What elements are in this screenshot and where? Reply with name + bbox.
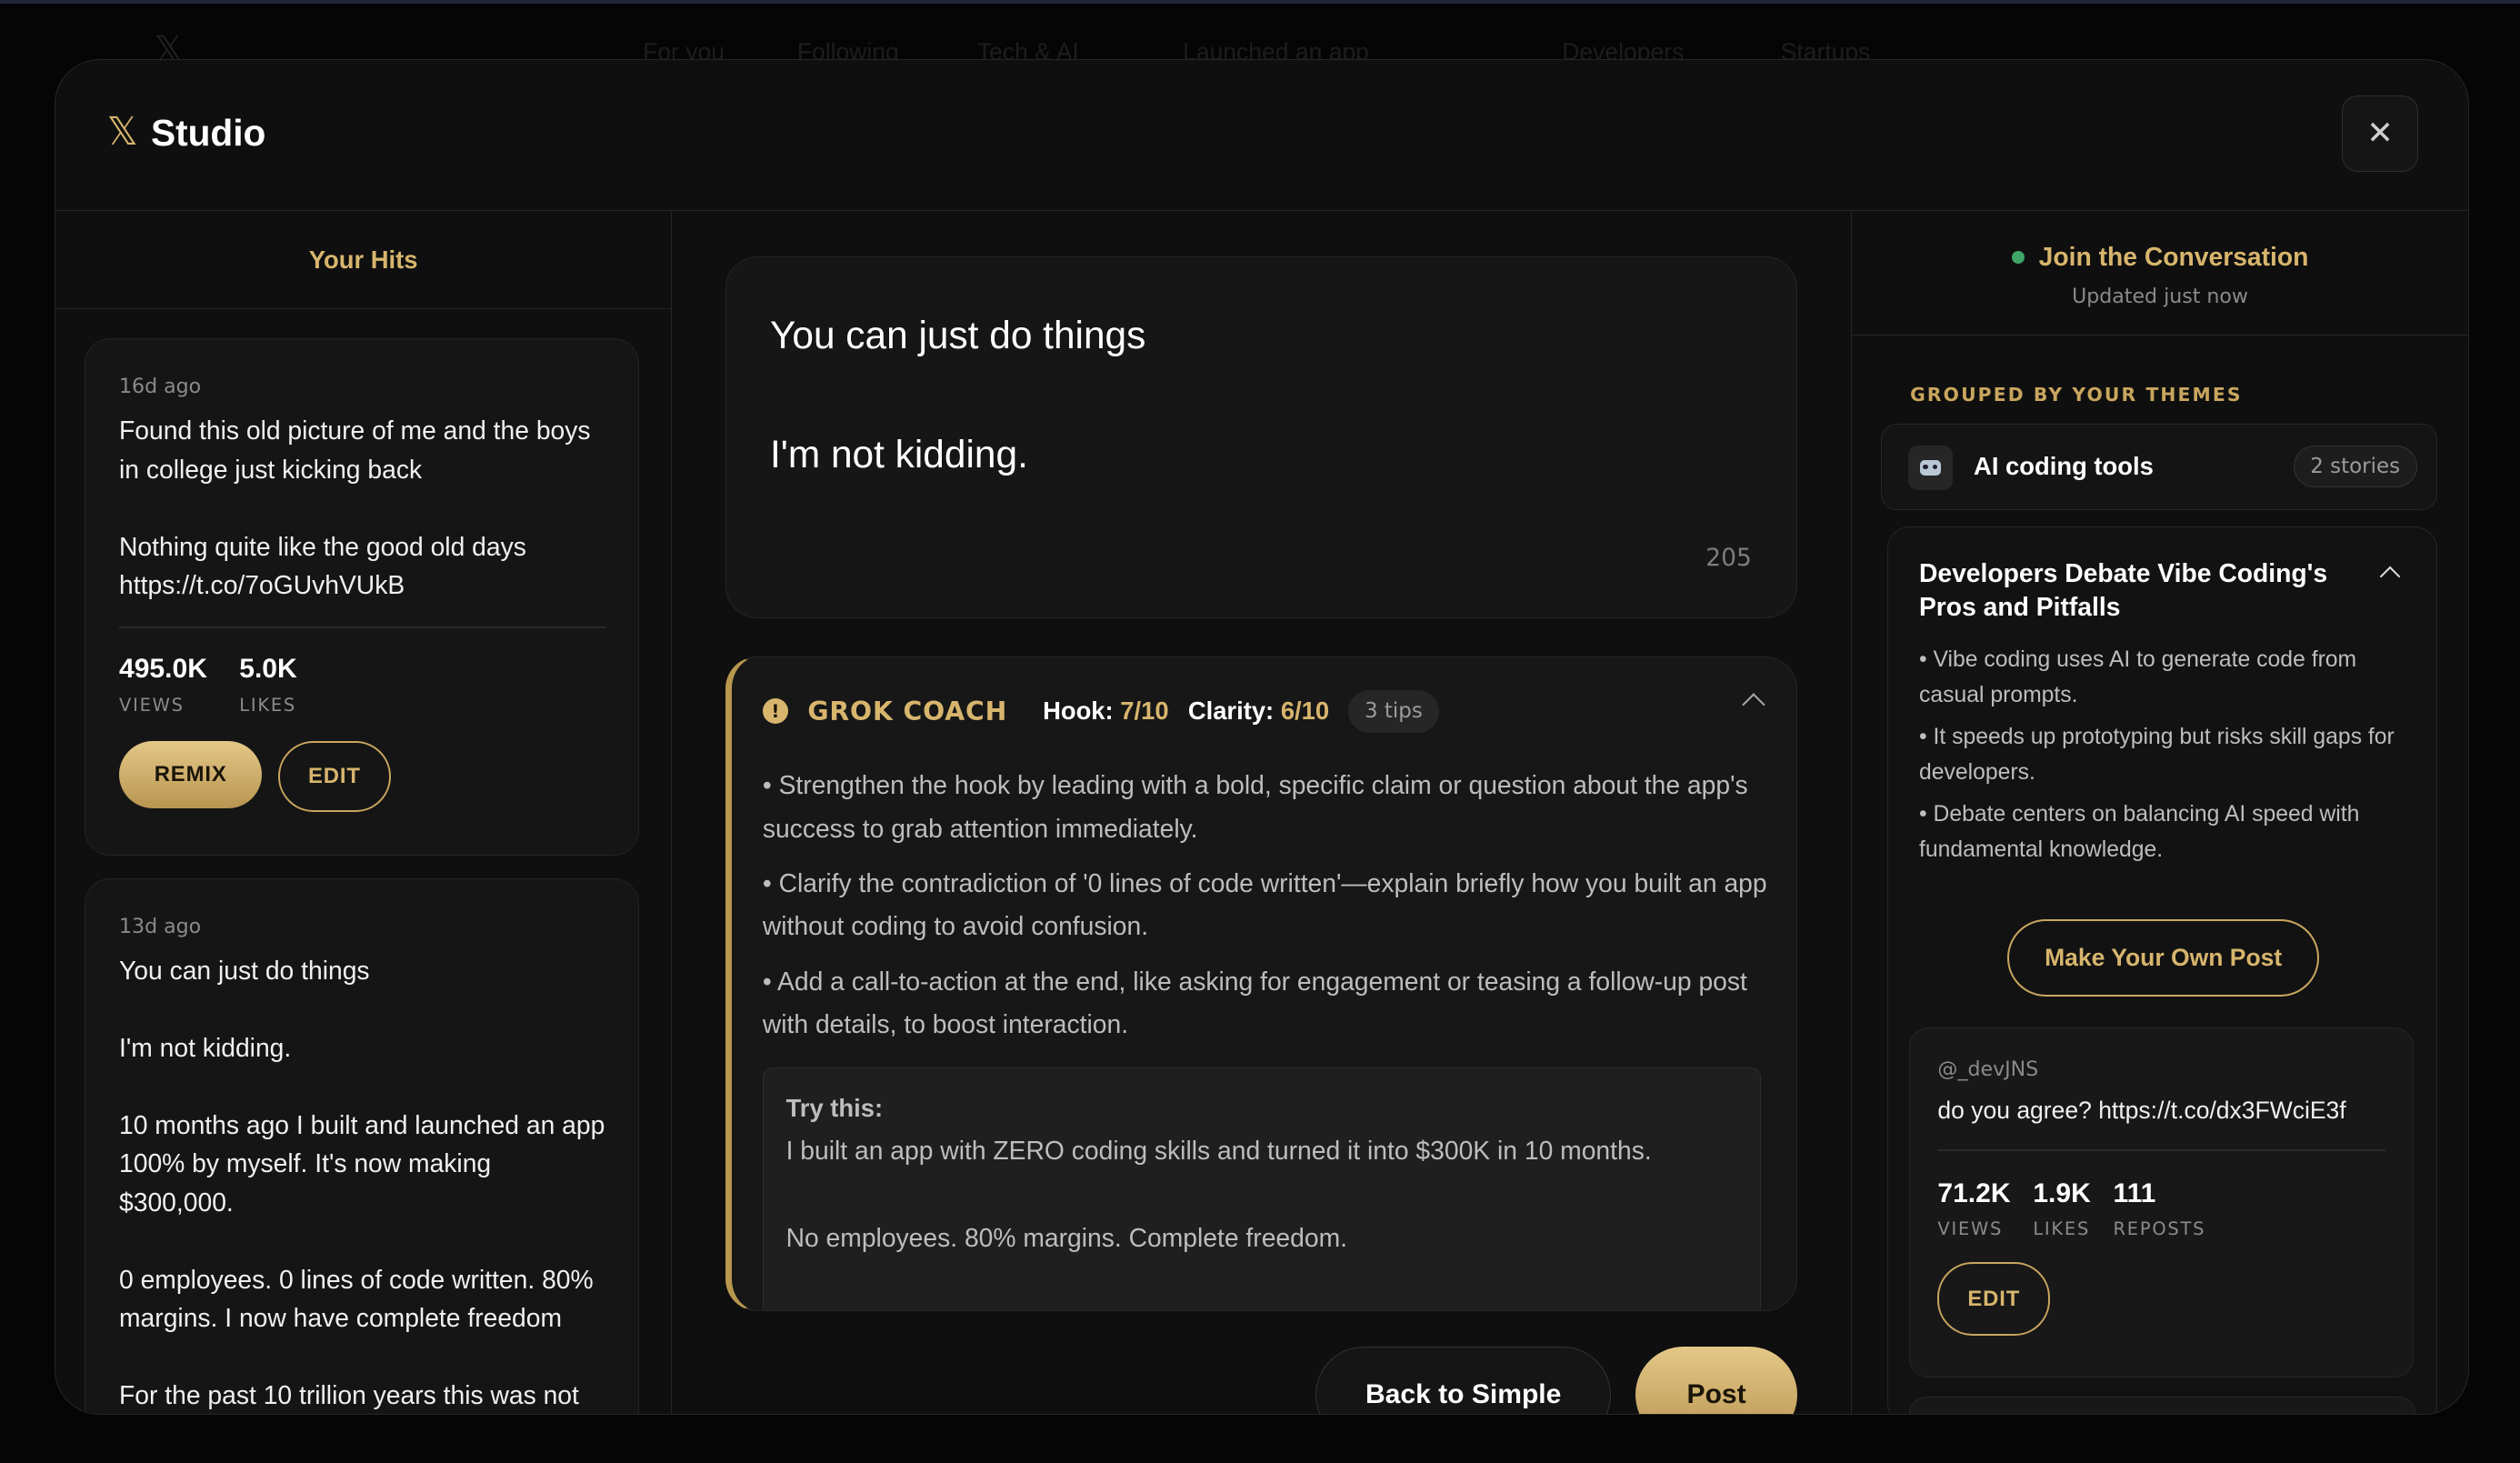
suggestion-text: I built an app with ZERO coding skills a… [785,1136,1652,1252]
next-post-card [1909,1397,2416,1414]
coach-tip: • Add a call-to-action at the end, like … [762,966,1747,1039]
warning-icon: ! [762,698,789,725]
hook-label: Hook: [1043,696,1114,726]
story-bullets: • Vibe coding uses AI to generate code f… [1919,643,2401,875]
divider [119,626,606,628]
hook-value: 7/10 [1120,696,1169,726]
coach-title: GROK COACH [807,696,1008,726]
stories-count-badge: 2 stories [2293,445,2417,487]
story-card: Developers Debate Vibe Coding's Pros and… [1887,526,2437,1414]
live-status-dot [2011,250,2025,264]
theme-name: AI coding tools [1974,451,2154,480]
hit-actions: REMIX EDIT [119,741,605,812]
grok-coach-panel: ! GROK COACH Hook: 7/10 Clarity: 6/10 3 … [725,656,1798,1311]
hit-stats: 495.0K VIEWS 5.0K LIKES [119,654,605,716]
hit-text: Found this old picture of me and the boy… [119,416,591,599]
character-count: 205 [1705,544,1752,573]
brand: 𝕏 Studio [107,112,266,155]
suggestion-title: Try this: [785,1094,884,1123]
close-button[interactable]: ✕ [2342,95,2418,172]
conversation-title-row: Join the Conversation [1852,242,2467,272]
hit-age: 16d ago [119,375,202,399]
your-hits-title: Your Hits [308,245,418,274]
make-your-own-post-button[interactable]: Make Your Own Post [2007,919,2320,997]
theme-item-ai-coding-tools[interactable]: AI coding tools 2 stories [1881,423,2437,511]
views-label: VIEWS [1937,1218,2004,1240]
hit-text: You can just do things I'm not kidding. … [119,956,605,1409]
clarity-score: Clarity: 6/10 [1188,696,1329,726]
views-value: 71.2K [1937,1177,2011,1208]
likes-label: LIKES [2033,1218,2091,1240]
reposts-label: REPOSTS [2113,1218,2206,1240]
back-to-simple-button[interactable]: Back to Simple [1315,1346,1612,1414]
reposts-value: 111 [2113,1177,2156,1208]
clarity-label: Clarity: [1187,696,1275,726]
post-stats: 71.2K VIEWS 1.9K LIKES 111 REPOSTS [1937,1178,2385,1240]
chevron-up-icon[interactable] [2380,566,2401,587]
coach-tip: • Strengthen the hook by leading with a … [762,769,1748,843]
likes-stat: 5.0K LIKES [239,654,296,716]
conversation-panel: Join the Conversation Updated just now G… [1852,212,2468,1414]
tips-count-badge: 3 tips [1348,689,1439,733]
modal-header: 𝕏 Studio ✕ [55,60,2468,211]
post-composer[interactable]: You can just do things I'm not kidding. … [725,256,1798,618]
suggestion-box[interactable]: Try this: I built an app with ZERO codin… [762,1067,1761,1310]
story-title: Developers Debate Vibe Coding's Pros and… [1918,557,2328,621]
clarity-value: 6/10 [1280,696,1330,726]
x-logo-icon: 𝕏 [106,110,138,155]
reposts-stat: 111 REPOSTS [2114,1178,2206,1240]
coach-tip: • Clarify the contradiction of '0 lines … [762,867,1767,941]
likes-stat: 1.9K LIKES [2033,1178,2090,1240]
hit-card: 13d ago You can just do things I'm not k… [84,878,639,1414]
robot-icon [1907,445,1954,491]
studio-modal: 𝕏 Studio ✕ Your Hits 16d ago Found this … [55,59,2469,1415]
chevron-up-icon[interactable] [1741,692,1765,716]
hit-age: 13d ago [119,915,202,939]
composer-text[interactable]: You can just do things I'm not kidding. [770,306,1145,484]
views-label: VIEWS [119,694,185,716]
window-top-border [0,0,2520,4]
post-handle[interactable]: @_devJNS [1937,1057,2385,1081]
hook-score: Hook: 7/10 [1043,696,1169,726]
story-bullet: • It speeds up prototyping but risks ski… [1918,725,2395,786]
likes-label: LIKES [239,694,297,716]
composer-panel: You can just do things I'm not kidding. … [673,211,1852,1414]
views-stat: 495.0K VIEWS [119,654,207,716]
modal-title: Studio [150,111,266,154]
edit-button[interactable]: EDIT [278,741,391,812]
post-button[interactable]: Post [1635,1346,1798,1414]
conversation-header: Join the Conversation Updated just now [1852,212,2468,336]
edit-button[interactable]: EDIT [1937,1261,2051,1337]
coach-tips: • Strengthen the hook by leading with a … [763,764,1767,1057]
remix-button[interactable]: REMIX [119,741,263,809]
themes-section-label: GROUPED BY YOUR THEMES [1910,383,2243,406]
hit-card: 16d ago Found this old picture of me and… [84,338,639,857]
likes-value: 1.9K [2033,1177,2091,1208]
views-value: 495.0K [119,654,207,685]
story-bullet: • Vibe coding uses AI to generate code f… [1918,647,2357,708]
related-post-card: @_devJNS do you agree? https://t.co/dx3F… [1909,1027,2415,1378]
updated-timestamp: Updated just now [2072,285,2248,309]
coach-header[interactable]: ! GROK COACH Hook: 7/10 Clarity: 6/10 3 … [762,689,1439,733]
conversation-title: Join the Conversation [2038,242,2309,272]
your-hits-header: Your Hits [55,212,672,309]
divider [1937,1148,2386,1151]
post-text: do you agree? https://t.co/dx3FWciE3f [1937,1097,2346,1125]
story-bullet: • Debate centers on balancing AI speed w… [1918,802,2360,862]
likes-value: 5.0K [239,654,297,685]
your-hits-panel: Your Hits 16d ago Found this old picture… [55,211,673,1414]
close-icon: ✕ [2366,115,2394,153]
views-stat: 71.2K VIEWS [1937,1178,2010,1240]
